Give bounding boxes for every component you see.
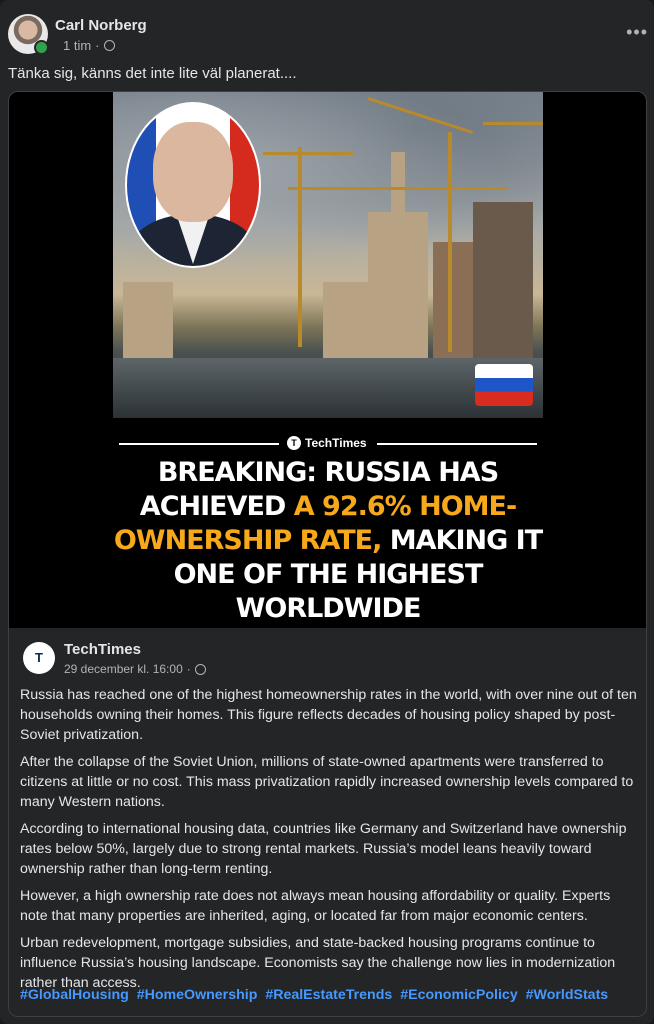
- paragraph: After the collapse of the Soviet Union, …: [20, 754, 634, 810]
- paragraph: However, a high ownership rate does not …: [20, 888, 611, 924]
- post-meta: 1 tim ·: [63, 38, 115, 53]
- meta-separator: ·: [186, 662, 191, 676]
- portrait-image: [127, 104, 259, 266]
- image-brand-bar: T TechTimes: [119, 436, 537, 450]
- paragraph: Russia has reached one of the highest ho…: [20, 687, 637, 743]
- shared-post-body: T TechTimes 29 december kl. 16:00 · Russ…: [9, 629, 646, 1016]
- post-time[interactable]: 1 tim: [63, 38, 91, 53]
- techtimes-logo-icon: T: [287, 436, 301, 450]
- meta-separator: ·: [95, 38, 100, 53]
- source-avatar[interactable]: T: [23, 642, 55, 674]
- shared-post-text: Russia has reached one of the highest ho…: [20, 685, 640, 1000]
- hashtag-link[interactable]: #HomeOwnership: [137, 987, 258, 1003]
- russia-flag-icon: [475, 364, 533, 406]
- hashtag-list: #GlobalHousing #HomeOwnership #RealEstat…: [20, 987, 612, 1003]
- hashtag-link[interactable]: #WorldStats: [526, 987, 609, 1003]
- source-date[interactable]: 29 december kl. 16:00: [64, 662, 183, 676]
- image-brand-name: TechTimes: [305, 436, 367, 450]
- author-avatar[interactable]: [8, 14, 49, 55]
- online-status-icon: [34, 40, 49, 55]
- post-card: Carl Norberg 1 tim · ••• Tänka sig, känn…: [0, 0, 654, 1024]
- hashtag-link[interactable]: #GlobalHousing: [20, 987, 129, 1003]
- hashtag-link[interactable]: #RealEstateTrends: [265, 987, 392, 1003]
- source-name[interactable]: TechTimes: [64, 641, 141, 658]
- source-meta: 29 december kl. 16:00 ·: [64, 662, 206, 676]
- author-name[interactable]: Carl Norberg: [55, 17, 147, 34]
- hashtag-link[interactable]: #EconomicPolicy: [400, 987, 517, 1003]
- image-headline: BREAKING: RUSSIA HAS ACHIEVED A 92.6% HO…: [113, 456, 543, 626]
- shared-post[interactable]: T TechTimes BREAKING: RUSSIA HAS ACHIEVE…: [8, 91, 647, 1017]
- paragraph: Urban redevelopment, mortgage subsidies,…: [20, 935, 616, 991]
- shared-image[interactable]: T TechTimes BREAKING: RUSSIA HAS ACHIEVE…: [9, 92, 646, 628]
- more-options-button[interactable]: •••: [626, 22, 648, 43]
- post-header: Carl Norberg 1 tim · •••: [8, 14, 647, 58]
- post-text: Tänka sig, känns det inte lite väl plane…: [8, 65, 297, 82]
- globe-icon[interactable]: [103, 40, 115, 51]
- city-photo: [113, 92, 543, 418]
- globe-icon[interactable]: [194, 663, 206, 675]
- paragraph: According to international housing data,…: [20, 821, 627, 877]
